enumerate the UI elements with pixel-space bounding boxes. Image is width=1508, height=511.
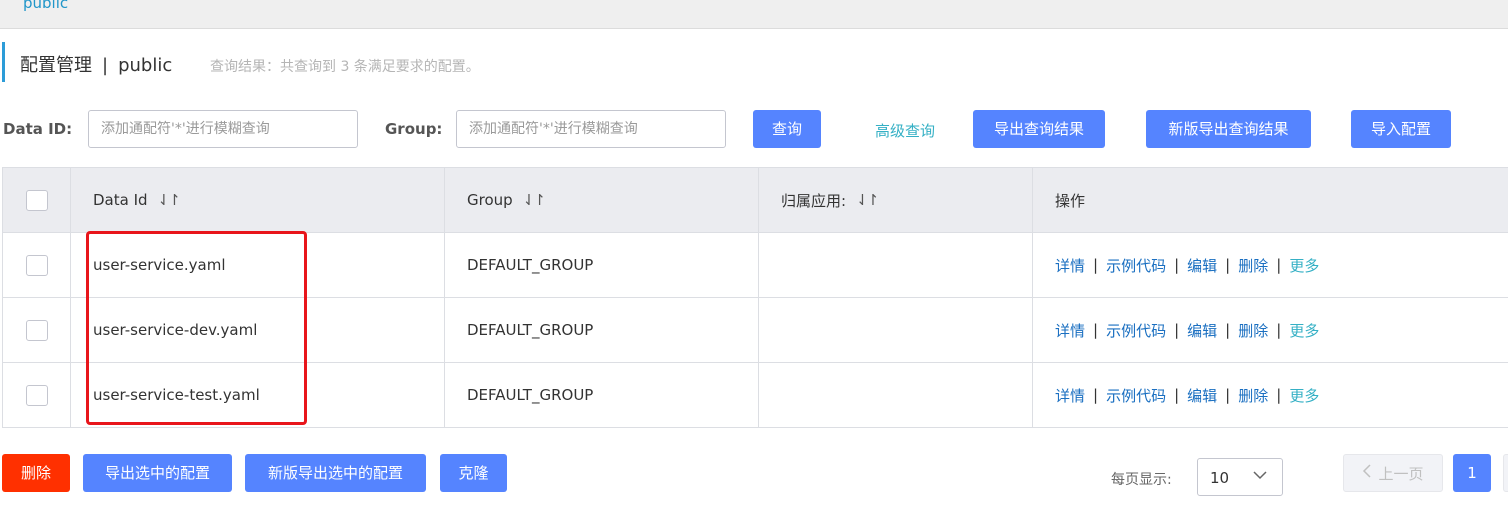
edit-link[interactable]: 编辑 [1187, 255, 1217, 276]
header-app-label: 归属应用: [781, 191, 847, 210]
app-cell [759, 233, 1033, 297]
prev-page-button[interactable]: 上一页 [1343, 454, 1443, 492]
table-row: user-service-test.yaml DEFAULT_GROUP 详情 |… [3, 363, 1508, 428]
app-cell [759, 298, 1033, 362]
data-id-search-input[interactable] [88, 110, 358, 148]
header-data-id[interactable]: Data Id ⇃↾ [71, 168, 445, 232]
actions-cell: 详情 | 示例代码 | 编辑 | 删除 | 更多 [1033, 298, 1508, 362]
action-separator: | [1174, 256, 1180, 274]
app-cell [759, 363, 1033, 427]
row-select-cell [3, 233, 71, 297]
group-search-input[interactable] [456, 110, 726, 148]
next-page-button[interactable] [1503, 454, 1508, 492]
export-selected-button[interactable]: 导出选中的配置 [83, 454, 232, 492]
more-link[interactable]: 更多 [1289, 385, 1319, 406]
page-title-namespace: public [118, 55, 173, 76]
details-link[interactable]: 详情 [1055, 385, 1085, 406]
export-results-button[interactable]: 导出查询结果 [973, 110, 1105, 148]
data-id-label: Data ID: [3, 120, 73, 138]
title-separator: | [102, 55, 109, 76]
action-separator: | [1093, 321, 1099, 339]
new-export-selected-button[interactable]: 新版导出选中的配置 [245, 454, 426, 492]
delete-link[interactable]: 删除 [1238, 255, 1268, 276]
delete-link[interactable]: 删除 [1238, 320, 1268, 341]
table-row: user-service.yaml DEFAULT_GROUP 详情 | 示例代码 |… [3, 233, 1508, 298]
action-separator: | [1276, 386, 1282, 404]
import-config-button[interactable]: 导入配置 [1351, 110, 1451, 148]
more-link[interactable]: 更多 [1289, 255, 1319, 276]
group-cell: DEFAULT_GROUP [445, 298, 759, 362]
page-size-label: 每页显示: [1111, 472, 1172, 488]
action-separator: | [1093, 386, 1099, 404]
row-select-cell [3, 298, 71, 362]
sort-icon[interactable]: ⇃↾ [158, 191, 181, 209]
row-checkbox[interactable] [25, 254, 48, 276]
header-group[interactable]: Group ⇃↾ [445, 168, 759, 232]
action-separator: | [1276, 256, 1282, 274]
data-id-cell: user-service-dev.yaml [71, 298, 445, 362]
data-id-cell: user-service.yaml [71, 233, 445, 297]
new-export-results-button[interactable]: 新版导出查询结果 [1146, 110, 1311, 148]
details-link[interactable]: 详情 [1055, 320, 1085, 341]
header-data-id-label: Data Id [93, 191, 148, 209]
sample-code-link[interactable]: 示例代码 [1106, 255, 1166, 276]
row-checkbox[interactable] [25, 319, 48, 341]
advanced-query-link[interactable]: 高级查询 [875, 120, 935, 141]
sample-code-link[interactable]: 示例代码 [1106, 385, 1166, 406]
page-size-value: 10 [1210, 469, 1230, 487]
table-header-row: Data Id ⇃↾ Group ⇃↾ 归属应用: ⇃↾ 操作 [3, 168, 1508, 233]
clone-button[interactable]: 克隆 [440, 454, 507, 492]
namespace-public-link[interactable]: public [23, 0, 68, 12]
delete-selected-button[interactable]: 删除 [2, 454, 70, 492]
table-row: user-service-dev.yaml DEFAULT_GROUP 详情 | 示… [3, 298, 1508, 363]
edit-link[interactable]: 编辑 [1187, 320, 1217, 341]
config-table: Data Id ⇃↾ Group ⇃↾ 归属应用: ⇃↾ 操作 user-servic… [2, 167, 1508, 428]
page-title-main: 配置管理 [20, 55, 92, 76]
header-actions: 操作 [1033, 168, 1508, 232]
more-link[interactable]: 更多 [1289, 320, 1319, 341]
header-select-cell [3, 168, 71, 232]
details-link[interactable]: 详情 [1055, 255, 1085, 276]
row-select-cell [3, 363, 71, 427]
chevron-left-icon [1362, 464, 1372, 482]
query-button[interactable]: 查询 [753, 110, 821, 148]
header-group-label: Group [467, 191, 513, 209]
page-title-bar: 配置管理 | public 查询结果：共查询到 3 条满足要求的配置。 [2, 42, 480, 82]
sort-icon[interactable]: ⇃↾ [856, 191, 879, 209]
action-separator: | [1174, 321, 1180, 339]
action-separator: | [1225, 321, 1231, 339]
action-separator: | [1276, 321, 1282, 339]
action-separator: | [1225, 386, 1231, 404]
chevron-down-icon [1252, 467, 1268, 487]
prev-page-label: 上一页 [1378, 464, 1424, 483]
page-size-select[interactable]: 10 [1197, 458, 1283, 496]
action-separator: | [1174, 386, 1180, 404]
sort-icon[interactable]: ⇃↾ [523, 191, 546, 209]
query-summary: 查询结果：共查询到 3 条满足要求的配置。 [210, 59, 480, 75]
header-app[interactable]: 归属应用: ⇃↾ [759, 168, 1033, 232]
edit-link[interactable]: 编辑 [1187, 385, 1217, 406]
group-label: Group: [385, 120, 443, 138]
delete-link[interactable]: 删除 [1238, 385, 1268, 406]
select-all-checkbox[interactable] [25, 189, 48, 211]
actions-cell: 详情 | 示例代码 | 编辑 | 删除 | 更多 [1033, 233, 1508, 297]
row-checkbox[interactable] [25, 384, 48, 406]
group-cell: DEFAULT_GROUP [445, 233, 759, 297]
header-actions-label: 操作 [1055, 191, 1086, 210]
data-id-cell: user-service-test.yaml [71, 363, 445, 427]
action-separator: | [1093, 256, 1099, 274]
group-cell: DEFAULT_GROUP [445, 363, 759, 427]
sample-code-link[interactable]: 示例代码 [1106, 320, 1166, 341]
namespace-bar: public [0, 0, 1508, 29]
actions-cell: 详情 | 示例代码 | 编辑 | 删除 | 更多 [1033, 363, 1508, 427]
action-separator: | [1225, 256, 1231, 274]
page-number-current[interactable]: 1 [1453, 454, 1491, 492]
page-title: 配置管理 | public [20, 51, 172, 77]
